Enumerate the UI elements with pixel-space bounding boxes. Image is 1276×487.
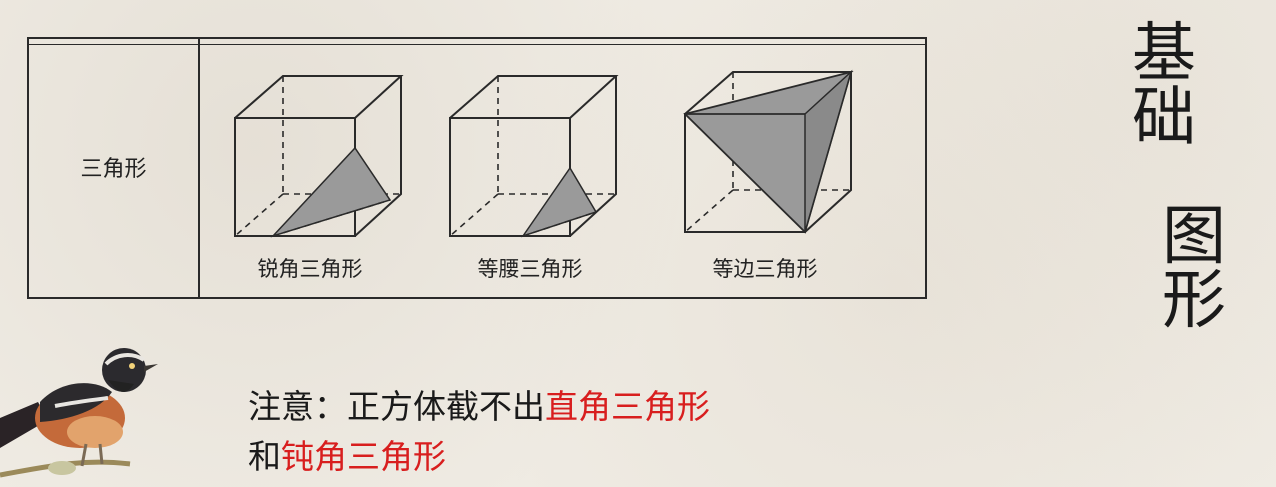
note-line-2: 和钝角三角形 [248, 440, 446, 473]
cube-isosceles-triangle [449, 75, 619, 238]
side-title-line1: 基础 [1132, 17, 1196, 155]
cube-acute-triangle [234, 75, 404, 238]
table-top-rule [29, 44, 925, 45]
acute-triangle-section [270, 146, 392, 238]
side-title-line2: 图形 [1162, 200, 1226, 338]
cube-equilateral-triangle [683, 69, 854, 234]
note-line1-red: 直角三角形 [545, 387, 710, 426]
note-line-1: 注意：正方体截不出直角三角形 [248, 390, 710, 423]
note-line2-red: 钝角三角形 [281, 437, 446, 476]
bird-illustration [0, 348, 158, 478]
note-line1-plain: 注意：正方体截不出 [248, 387, 545, 426]
row-label: 三角形 [80, 157, 147, 182]
caption-equilateral: 等边三角形 [712, 257, 818, 281]
isosceles-triangle-section [521, 166, 598, 238]
caption-isosceles: 等腰三角形 [477, 257, 583, 281]
caption-acute: 锐角三角形 [257, 257, 363, 281]
note-line2-plain: 和 [248, 437, 281, 476]
table-column-divider [198, 37, 200, 299]
